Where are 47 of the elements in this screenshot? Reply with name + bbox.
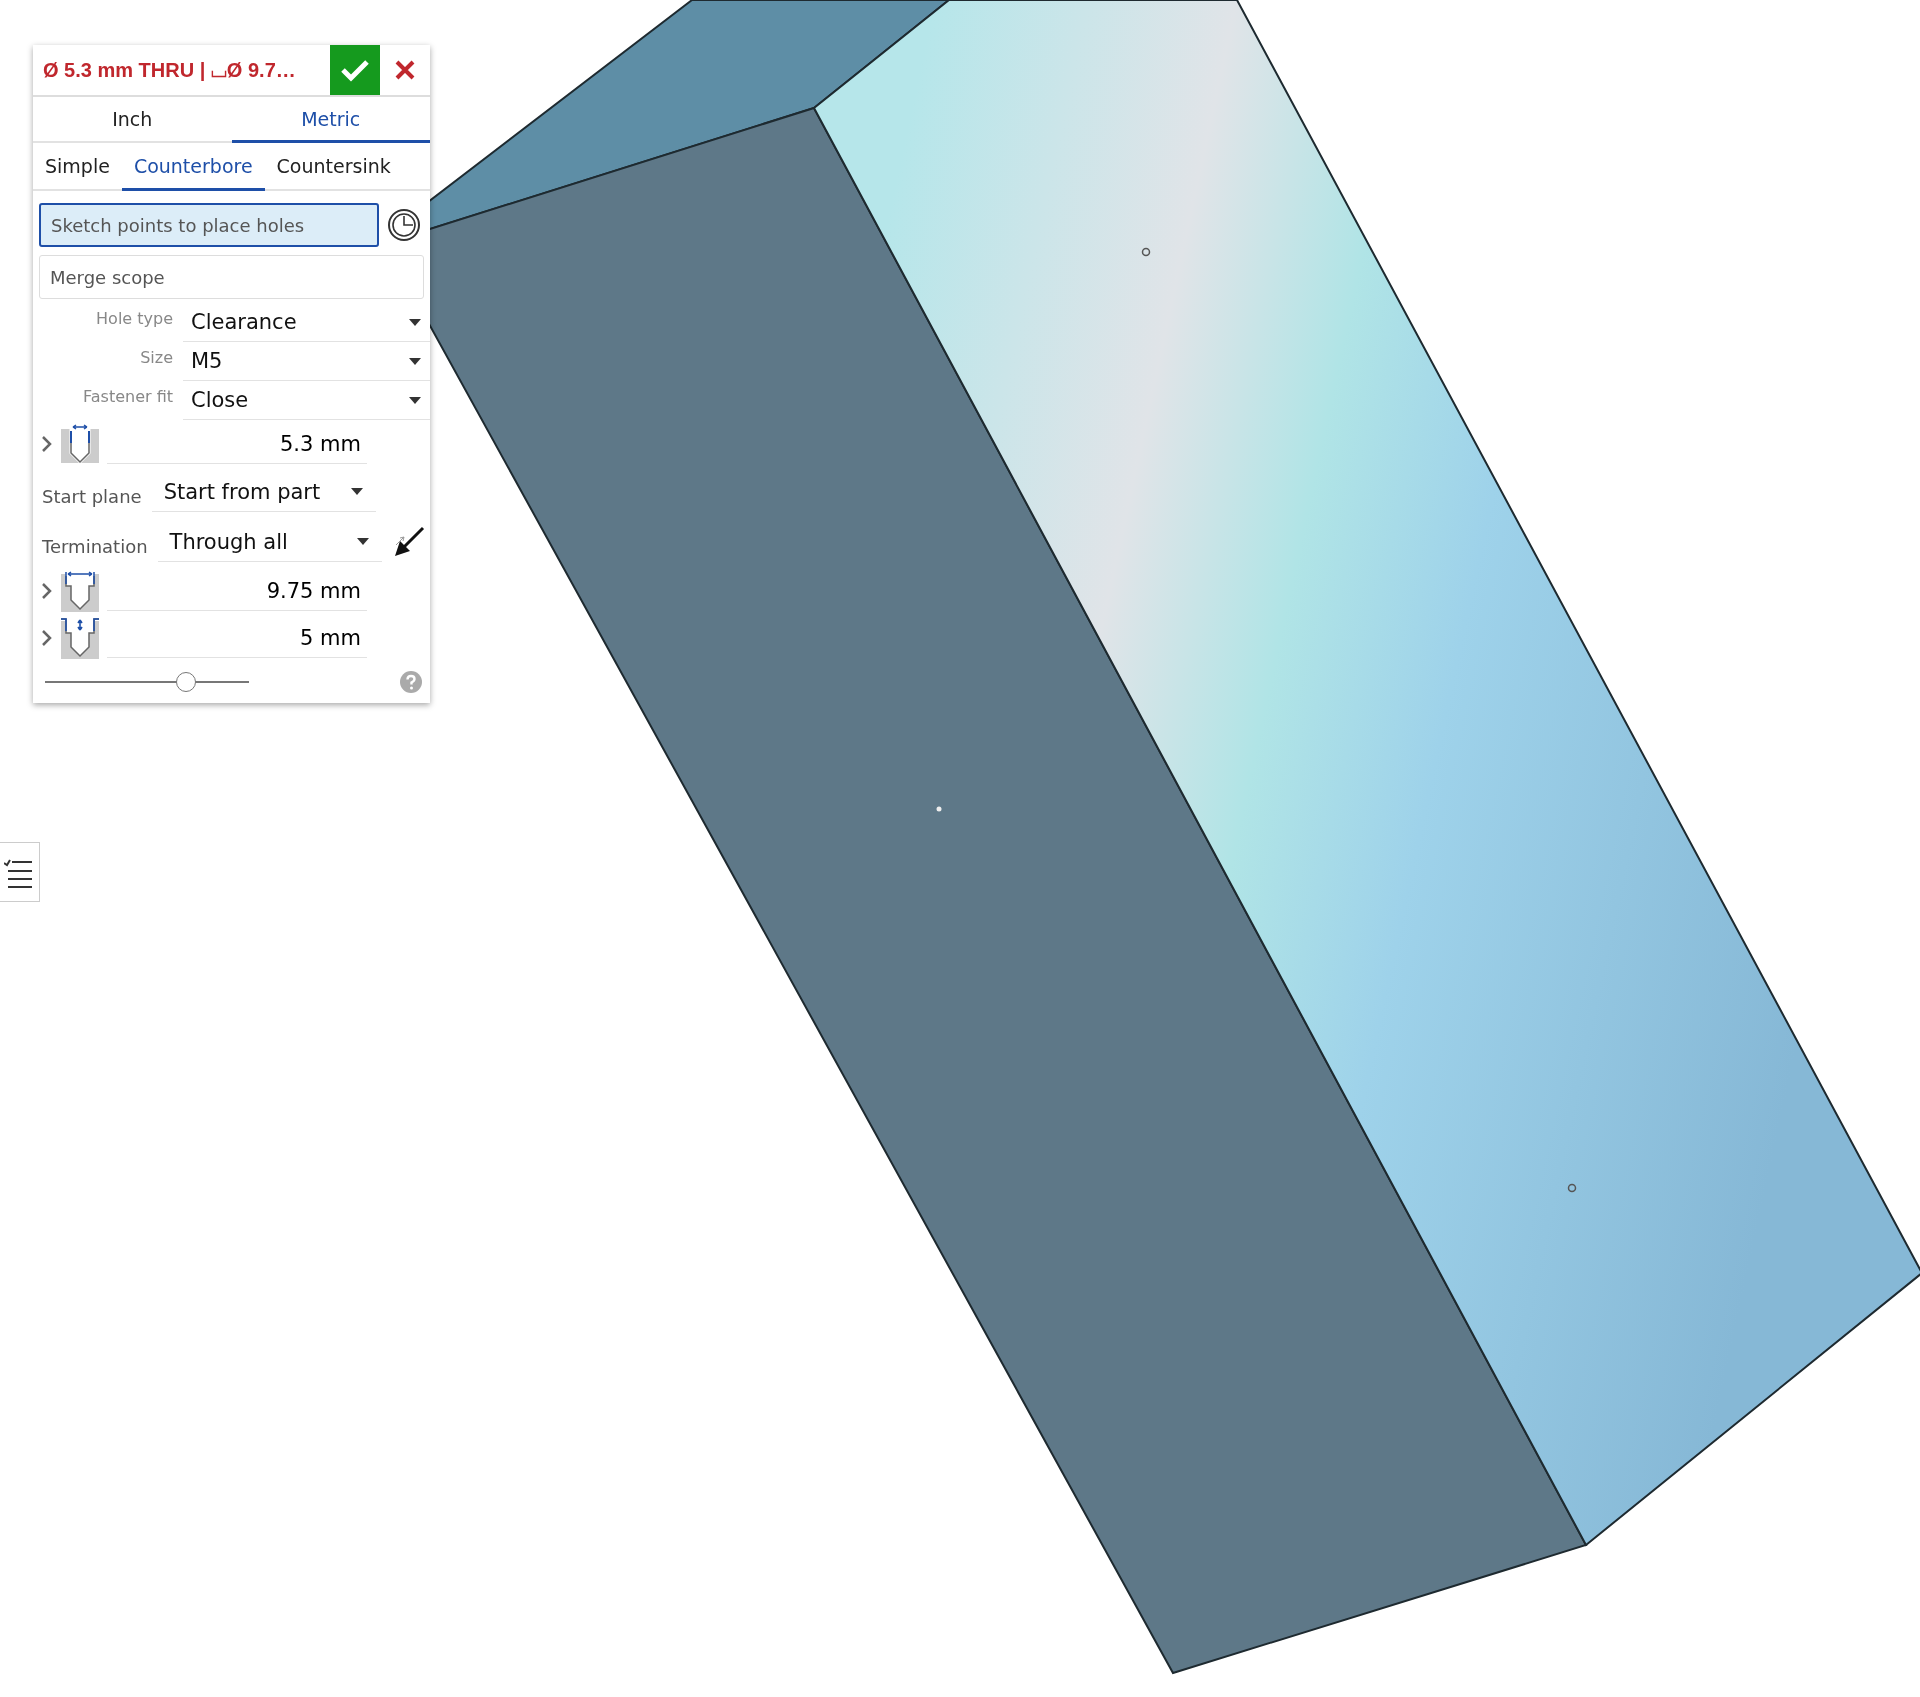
dimension-field[interactable]: 5 mm <box>107 617 367 658</box>
dropdown[interactable]: Start from part <box>151 472 376 512</box>
dropdown[interactable]: Close <box>183 381 430 420</box>
expand-toggle[interactable] <box>41 581 53 600</box>
caret-icon <box>349 487 364 496</box>
expand-toggle[interactable] <box>41 434 53 453</box>
depth-icon <box>61 616 99 659</box>
dropdown-value: M5 <box>191 349 223 373</box>
tab[interactable]: Simple <box>33 143 122 191</box>
field-label: Size <box>139 347 174 367</box>
dimension-field[interactable]: 9.75 mm <box>107 570 367 611</box>
field-label: Termination <box>42 534 148 557</box>
dimension-field[interactable]: 5.3 mm <box>107 423 367 464</box>
caret-icon <box>355 537 370 546</box>
dropdown-value: Start from part <box>163 479 321 504</box>
dropdown-value: Close <box>191 388 249 412</box>
chevron-icon <box>41 581 53 600</box>
field-label: Hole type <box>95 308 174 328</box>
dropdown-value: Through all <box>169 529 288 554</box>
selection-field[interactable]: Sketch points to place holes <box>39 203 379 247</box>
field-label: Fastener fit <box>82 386 174 406</box>
dropdown-value: Clearance <box>191 310 297 334</box>
caret-icon <box>408 395 422 405</box>
field-label: Start plane <box>42 484 142 507</box>
tab[interactable]: Metric <box>231 97 430 143</box>
expand-toggle[interactable] <box>41 628 53 647</box>
slider-thumb[interactable] <box>175 672 196 692</box>
tab[interactable]: Countersink <box>264 143 403 191</box>
diameter-icon <box>61 422 99 465</box>
tab[interactable]: Inch <box>33 97 232 143</box>
dropdown[interactable]: M5 <box>183 342 430 381</box>
clock-icon <box>387 208 421 242</box>
chevron-icon <box>41 434 53 453</box>
dropdown[interactable]: Clearance <box>183 303 430 342</box>
help-icon <box>400 671 422 693</box>
close-icon <box>394 59 416 81</box>
feature-summary: Ø 5.3 mm THRU | ⌴Ø 9.7… <box>42 58 297 82</box>
caret-icon <box>408 356 422 366</box>
merge-scope-field[interactable]: Merge scope <box>39 255 424 299</box>
diameter-icon <box>61 569 99 612</box>
caret-icon <box>408 317 422 327</box>
dropdown[interactable]: Through all <box>157 522 382 562</box>
checkmark-icon <box>340 58 370 82</box>
tab[interactable]: Counterbore <box>121 143 265 191</box>
chevron-icon <box>41 628 53 647</box>
feature-list-button[interactable] <box>0 842 40 902</box>
accept-button[interactable] <box>330 45 380 95</box>
